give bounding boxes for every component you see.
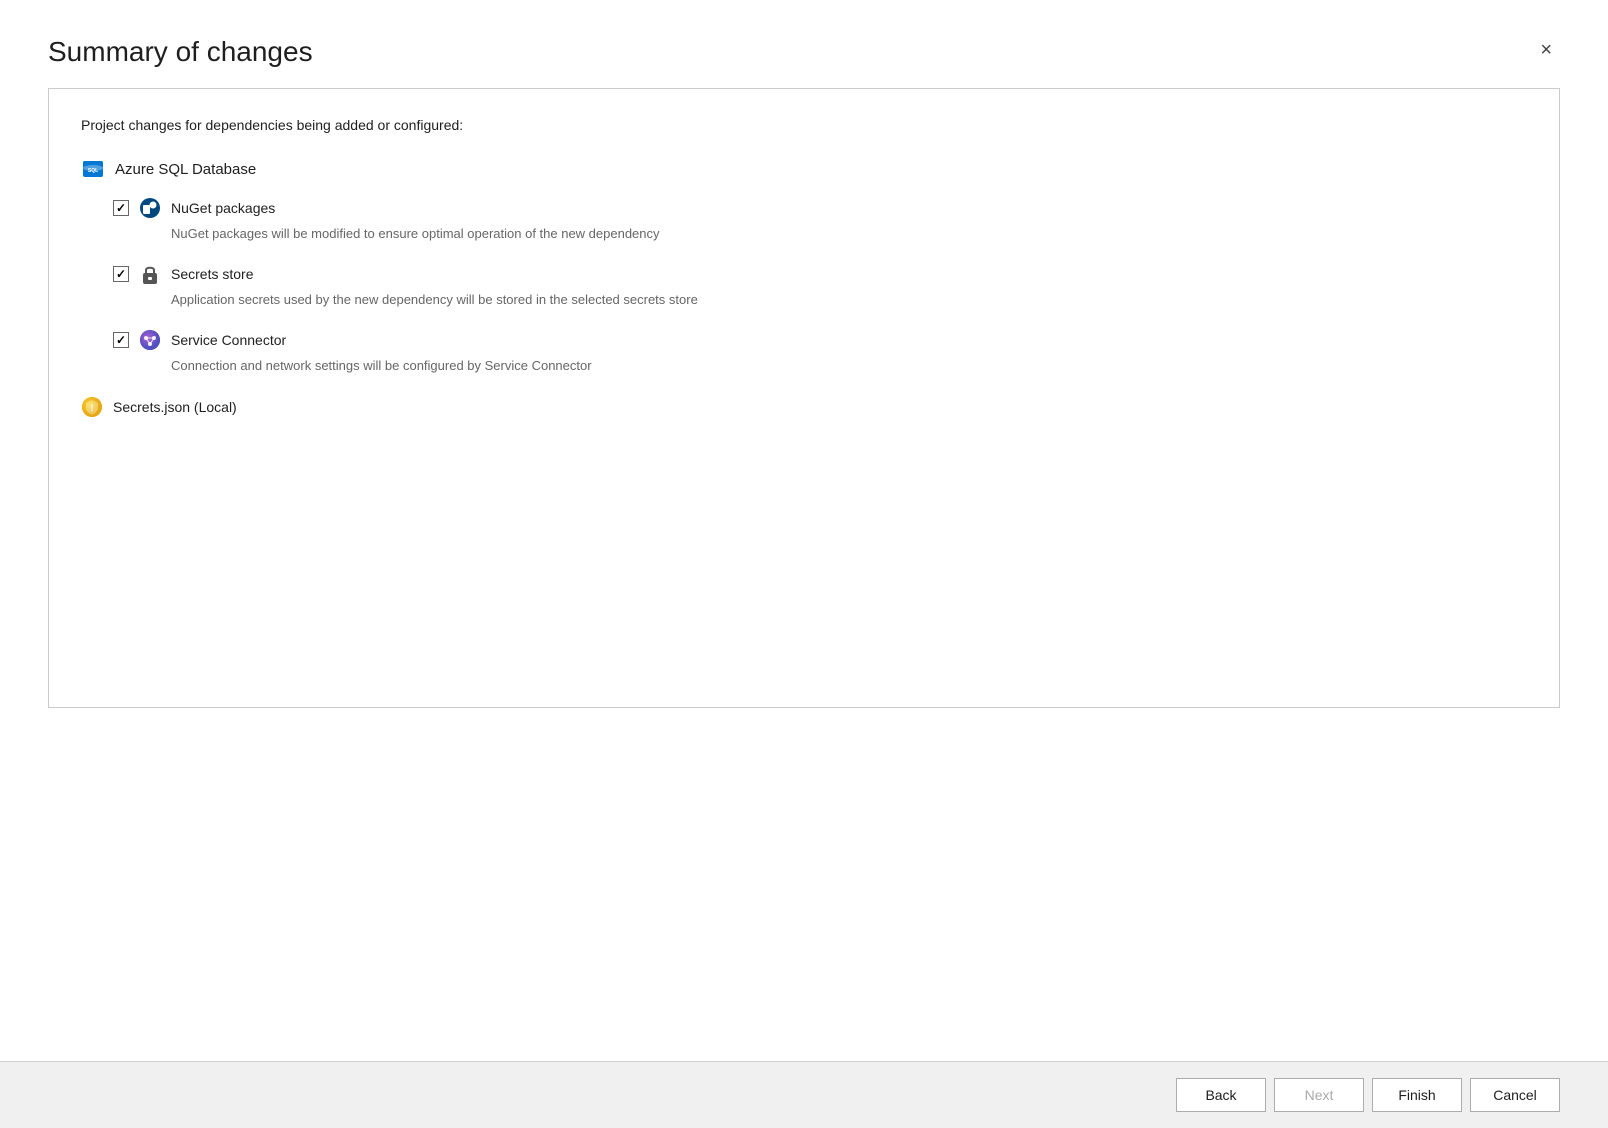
secrets-store-label: Secrets store	[171, 266, 253, 282]
secrets-store-header: Secrets store	[113, 263, 1527, 285]
nuget-label: NuGet packages	[171, 200, 275, 216]
service-connector-header: Service Connector	[113, 329, 1527, 351]
finish-button[interactable]: Finish	[1372, 1078, 1462, 1112]
secrets-store-description: Application secrets used by the new depe…	[171, 291, 1527, 309]
svg-text:!: !	[91, 403, 94, 413]
title-bar: Summary of changes ×	[0, 0, 1608, 88]
secrets-json-icon: !	[81, 396, 103, 418]
next-button[interactable]: Next	[1274, 1078, 1364, 1112]
secrets-store-checkbox[interactable]	[113, 266, 129, 282]
service-connector-checkbox[interactable]	[113, 332, 129, 348]
svg-text:SQL: SQL	[88, 168, 98, 174]
secrets-json-label: Secrets.json (Local)	[113, 399, 237, 415]
close-button[interactable]: ×	[1532, 36, 1560, 64]
azure-sql-label: Azure SQL Database	[115, 161, 256, 178]
nuget-item-header: NuGet packages	[113, 197, 1527, 219]
azure-sql-header: SQL Azure SQL Database	[81, 157, 1527, 181]
azure-sql-icon: SQL	[81, 157, 105, 181]
dialog: Summary of changes × Project changes for…	[0, 0, 1608, 1128]
footer: Back Next Finish Cancel	[0, 1061, 1608, 1128]
lock-icon	[139, 263, 161, 285]
secrets-json-item: ! Secrets.json (Local)	[81, 396, 1527, 418]
azure-sql-items: NuGet packages NuGet packages will be mo…	[113, 197, 1527, 376]
dialog-title: Summary of changes	[48, 36, 313, 68]
back-button[interactable]: Back	[1176, 1078, 1266, 1112]
azure-sql-group: SQL Azure SQL Database	[81, 157, 1527, 376]
changes-description: Project changes for dependencies being a…	[81, 117, 1527, 133]
service-connector-item: Service Connector Connection and network…	[113, 329, 1527, 375]
service-connector-description: Connection and network settings will be …	[171, 357, 1527, 375]
service-connector-label: Service Connector	[171, 332, 286, 348]
secrets-store-item: Secrets store Application secrets used b…	[113, 263, 1527, 309]
nuget-item: NuGet packages NuGet packages will be mo…	[113, 197, 1527, 243]
connector-icon	[139, 329, 161, 351]
changes-box: Project changes for dependencies being a…	[48, 88, 1560, 708]
nuget-icon	[139, 197, 161, 219]
cancel-button[interactable]: Cancel	[1470, 1078, 1560, 1112]
nuget-checkbox[interactable]	[113, 200, 129, 216]
content-area: Project changes for dependencies being a…	[0, 88, 1608, 1061]
nuget-description: NuGet packages will be modified to ensur…	[171, 225, 1527, 243]
